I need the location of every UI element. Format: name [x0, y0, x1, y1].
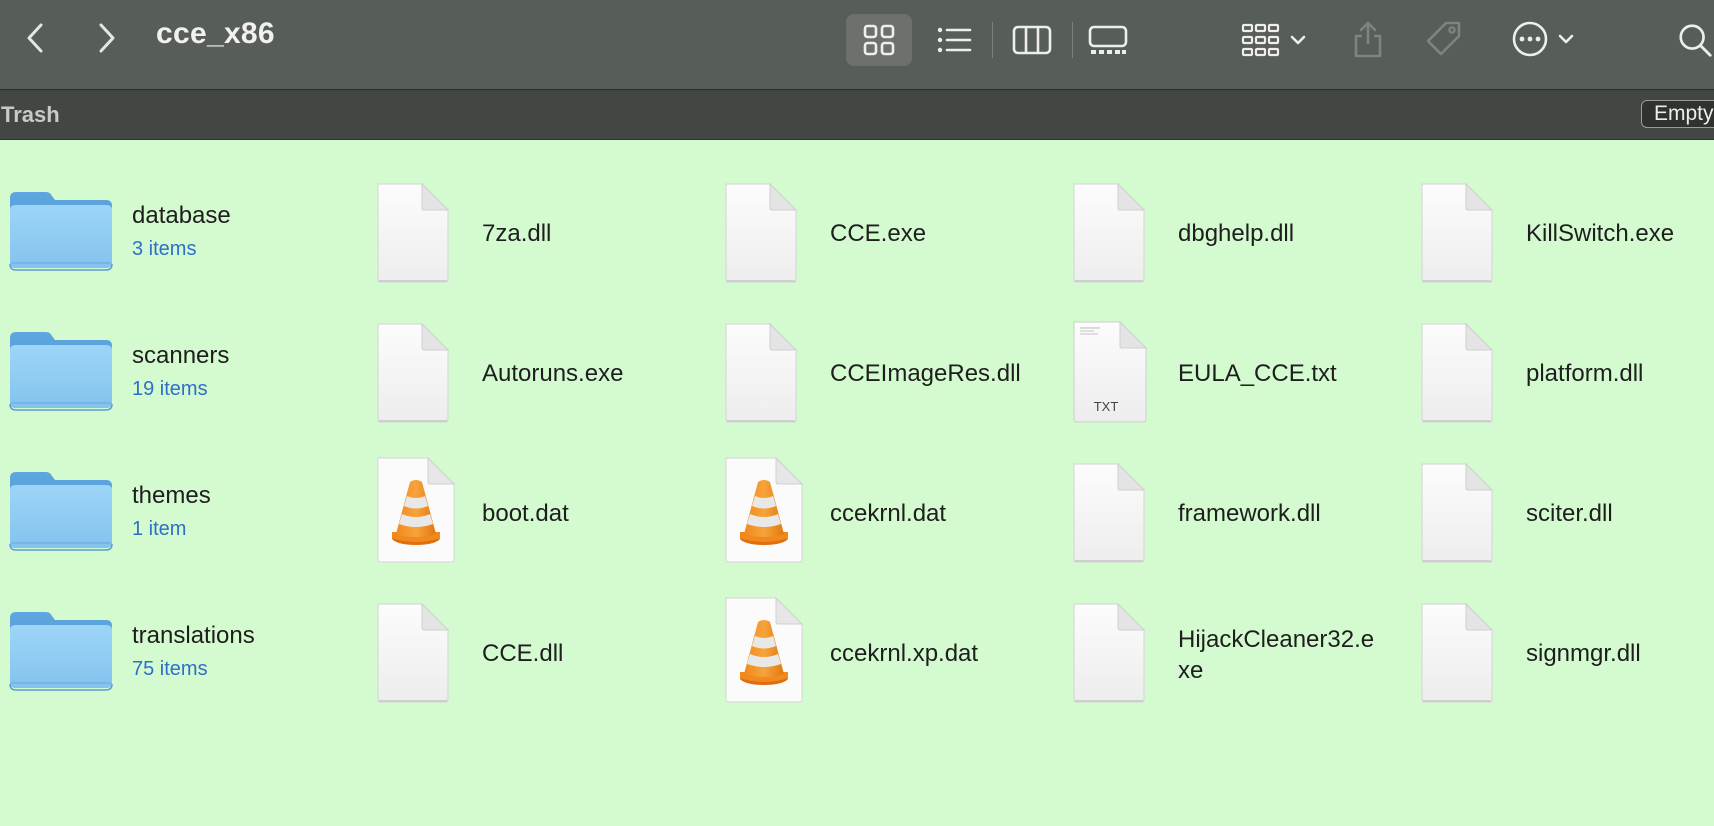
trash-label: Trash	[1, 102, 60, 127]
vlc-cone-icon	[706, 454, 818, 564]
txt-badge: TXT	[1094, 399, 1119, 414]
generic-document-icon	[358, 320, 470, 430]
chevron-right-icon	[99, 23, 115, 53]
file-name: boot.dat	[482, 500, 569, 527]
file-name: CCEImageRes.dll	[830, 360, 1021, 387]
search-icon	[1679, 24, 1712, 57]
generic-document-icon	[1402, 320, 1514, 430]
window-title: cce_x86	[156, 17, 275, 50]
chevron-down-icon	[1290, 35, 1306, 45]
toolbar: cce_x86	[0, 0, 1714, 90]
folder-item-count: 75 items	[132, 658, 208, 680]
file-name: 7za.dll	[482, 220, 552, 247]
file-item[interactable]: TXT EULA_CCE.txt	[1054, 318, 1384, 428]
generic-document-icon	[706, 180, 818, 290]
vlc-cone-icon	[358, 454, 470, 564]
toolbar-divider	[992, 22, 993, 58]
text-document-icon: TXT	[1054, 318, 1166, 428]
empty-trash-button[interactable]: Empty	[1641, 100, 1714, 128]
folder-item[interactable]: themes 1 item	[8, 460, 338, 570]
folder-item[interactable]: database 3 items	[8, 180, 338, 290]
back-button[interactable]	[20, 20, 50, 56]
tag-icon	[1426, 21, 1461, 56]
folder-icon	[8, 320, 120, 430]
file-name: dbghelp.dll	[1178, 220, 1295, 247]
file-name: ccekrnl.dat	[830, 500, 947, 527]
file-item[interactable]: ccekrnl.dat	[706, 454, 1036, 564]
file-item[interactable]: KillSwitch.exe	[1402, 180, 1714, 290]
file-item[interactable]: dbghelp.dll	[1054, 180, 1384, 290]
folder-item-count: 19 items	[132, 378, 208, 400]
list-view-button[interactable]	[930, 18, 978, 62]
file-name: framework.dll	[1178, 500, 1321, 527]
generic-document-icon	[1054, 460, 1166, 570]
folder-icon	[8, 600, 120, 710]
gallery-view-button[interactable]	[1084, 18, 1132, 62]
gallery-icon	[1088, 25, 1128, 54]
folder-name: themes	[132, 482, 211, 509]
folder-item[interactable]: scanners 19 items	[8, 320, 338, 430]
ellipsis-circle-icon	[1512, 21, 1548, 57]
file-item[interactable]: framework.dll	[1054, 460, 1384, 570]
file-name: EULA_CCE.txt	[1178, 360, 1337, 387]
trash-bar: Trash Empty	[0, 90, 1714, 140]
file-item[interactable]: ccekrnl.xp.dat	[706, 594, 1036, 704]
generic-document-icon	[1402, 460, 1514, 570]
folder-name: translations	[132, 622, 255, 649]
generic-document-icon	[1054, 600, 1166, 710]
share-button[interactable]	[1346, 14, 1390, 64]
file-name: ccekrnl.xp.dat	[830, 640, 979, 667]
icon-view-button[interactable]	[846, 14, 912, 66]
file-item[interactable]: HijackCleaner32.exe	[1054, 600, 1384, 710]
generic-document-icon	[358, 600, 470, 710]
folder-icon	[8, 460, 120, 570]
group-by-button[interactable]	[1236, 18, 1312, 62]
columns-icon	[1012, 25, 1052, 55]
file-item[interactable]: CCE.dll	[358, 600, 688, 710]
file-name: KillSwitch.exe	[1526, 220, 1675, 247]
file-item[interactable]: signmgr.dll	[1402, 600, 1714, 710]
generic-document-icon	[358, 180, 470, 290]
file-name: CCE.exe	[830, 220, 927, 247]
generic-document-icon	[1402, 180, 1514, 290]
file-item[interactable]: CCE.exe	[706, 180, 1036, 290]
generic-document-icon	[1054, 180, 1166, 290]
file-name: signmgr.dll	[1526, 640, 1641, 667]
generic-document-icon	[706, 320, 818, 430]
vlc-cone-icon	[706, 594, 818, 704]
chevron-left-icon	[27, 23, 43, 53]
file-name: sciter.dll	[1526, 500, 1613, 527]
search-button[interactable]	[1676, 18, 1714, 62]
forward-button[interactable]	[92, 20, 122, 56]
generic-document-icon	[1402, 600, 1514, 710]
file-item[interactable]: platform.dll	[1402, 320, 1714, 430]
file-item[interactable]: Autoruns.exe	[358, 320, 688, 430]
file-item[interactable]: 7za.dll	[358, 180, 688, 290]
folder-name: database	[132, 202, 231, 229]
file-item[interactable]: sciter.dll	[1402, 460, 1714, 570]
file-item[interactable]: CCEImageRes.dll	[706, 320, 1036, 430]
folder-name: scanners	[132, 342, 230, 369]
list-icon	[937, 27, 972, 53]
folder-item[interactable]: translations 75 items	[8, 600, 338, 710]
file-name: platform.dll	[1526, 360, 1644, 387]
tags-button[interactable]	[1420, 16, 1468, 62]
share-icon	[1354, 21, 1382, 58]
more-actions-button[interactable]	[1506, 17, 1580, 61]
folder-item-count: 3 items	[132, 238, 197, 260]
file-name: CCE.dll	[482, 640, 564, 667]
group-grid-icon	[1241, 23, 1280, 57]
folder-icon	[8, 180, 120, 290]
file-name: HijackCleaner32.exe	[1178, 626, 1375, 684]
toolbar-divider	[1072, 22, 1073, 58]
column-view-button[interactable]	[1008, 18, 1056, 62]
file-item[interactable]: boot.dat	[358, 454, 688, 564]
folder-item-count: 1 item	[132, 518, 187, 540]
file-name: Autoruns.exe	[482, 360, 624, 387]
chevron-down-icon	[1558, 34, 1574, 44]
grid-icon	[863, 24, 895, 56]
